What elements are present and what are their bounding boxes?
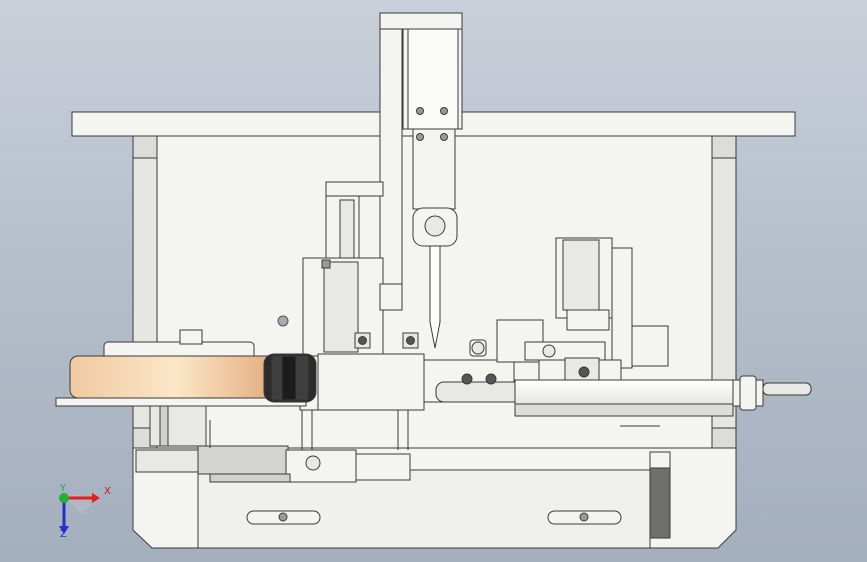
triad-z-label: Z xyxy=(60,529,67,540)
vertical-column xyxy=(379,12,463,30)
cad-viewport[interactable]: X Y Z xyxy=(0,0,867,562)
column-screw xyxy=(416,107,424,115)
piston-rod xyxy=(762,382,812,396)
roller-disc xyxy=(69,355,283,399)
left-guide-block xyxy=(325,181,384,197)
dark-post xyxy=(649,465,671,539)
machine-assembly-drawing[interactable] xyxy=(0,0,867,562)
central-block xyxy=(317,353,425,411)
ring-disk xyxy=(435,381,523,403)
triad-y-label: Y xyxy=(60,483,67,494)
y-axis-dot xyxy=(59,493,69,503)
triad-x-label: X xyxy=(104,486,111,497)
